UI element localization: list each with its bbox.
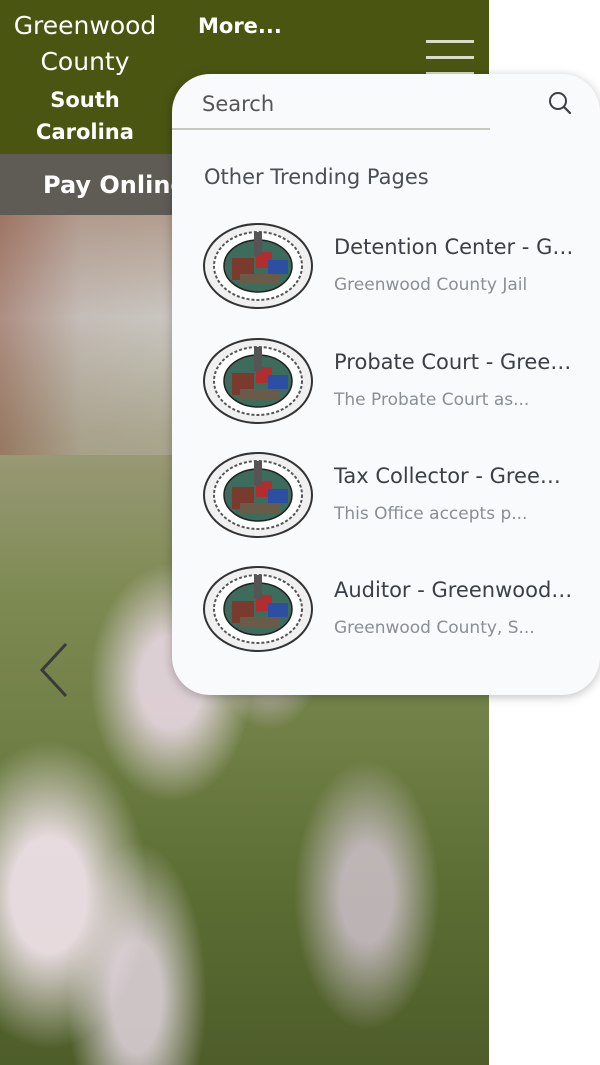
hero-building-backdrop [0, 215, 200, 455]
result-description: The Probate Court as... [334, 390, 530, 410]
hamburger-menu-icon[interactable] [426, 40, 474, 76]
trending-result-probate-court[interactable]: Probate Court - Greenwood County The Pro… [172, 337, 600, 437]
result-title: Auditor - Greenwood County [334, 578, 574, 602]
county-seal-icon [203, 452, 313, 538]
chevron-left-icon[interactable] [36, 640, 76, 700]
trending-result-detention-center[interactable]: Detention Center - Greenwood County Gree… [172, 222, 600, 322]
result-description: Greenwood County, S... [334, 618, 535, 638]
trending-heading: Other Trending Pages [204, 165, 429, 189]
state-name: South Carolina [36, 88, 134, 144]
more-menu-link[interactable]: More... [198, 12, 282, 40]
trending-result-auditor[interactable]: Auditor - Greenwood County Greenwood Cou… [172, 565, 600, 665]
result-description: This Office accepts p... [334, 504, 528, 524]
site-logo-link[interactable]: Greenwood County South Carolina [0, 8, 170, 148]
pay-online-link[interactable]: Pay Online [43, 168, 187, 202]
county-seal-icon [203, 223, 313, 309]
result-title: Tax Collector - Greenwood County [334, 464, 574, 488]
county-seal-icon [203, 566, 313, 652]
search-input[interactable] [202, 88, 522, 120]
search-divider [172, 128, 490, 130]
search-bar [172, 74, 600, 130]
result-title: Probate Court - Greenwood County [334, 350, 574, 374]
county-seal-icon [203, 338, 313, 424]
trending-result-tax-collector[interactable]: Tax Collector - Greenwood County This Of… [172, 451, 600, 551]
result-title: Detention Center - Greenwood County [334, 235, 574, 259]
search-dropdown: Other Trending Pages Detention Center - … [172, 74, 600, 695]
result-description: Greenwood County Jail [334, 275, 528, 295]
search-icon[interactable] [547, 90, 573, 116]
county-name: Greenwood County [13, 11, 157, 76]
